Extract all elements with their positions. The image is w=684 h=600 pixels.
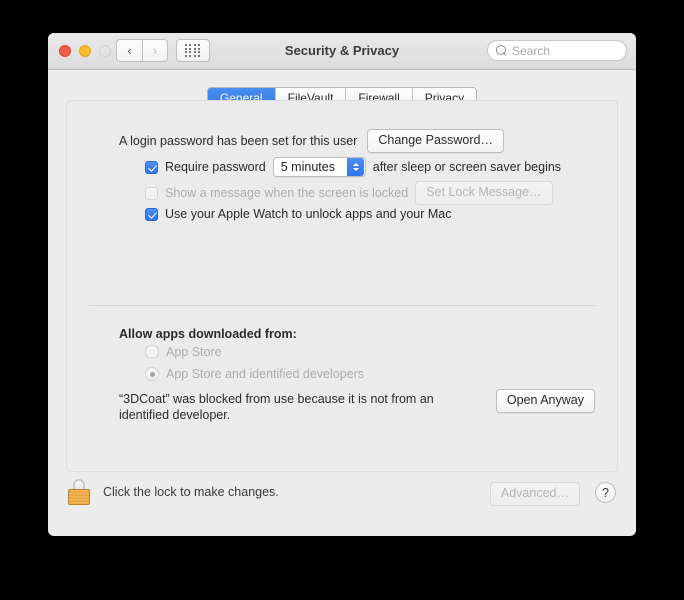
open-anyway-container: Open Anyway (67, 389, 595, 413)
search-field[interactable]: Search (487, 40, 627, 61)
radio-identified-developers (145, 367, 159, 381)
window-titlebar: ‹ › Security & Privacy Search (48, 33, 636, 70)
gatekeeper-heading: Allow apps downloaded from: (119, 327, 297, 341)
search-icon (496, 45, 507, 56)
set-lock-message-button: Set Lock Message… (415, 181, 553, 205)
require-password-label: Require password (165, 160, 266, 174)
question-mark-icon: ? (602, 485, 609, 500)
general-settings-panel: A login password has been set for this u… (66, 100, 618, 472)
gatekeeper-option-app-store: App Store (145, 345, 617, 359)
change-password-button[interactable]: Change Password… (367, 129, 504, 153)
security-privacy-window: ‹ › Security & Privacy Search General Fi… (48, 33, 636, 536)
radio-app-store (145, 345, 159, 359)
search-placeholder: Search (512, 43, 551, 58)
lock-message-checkbox (145, 186, 158, 200)
advanced-button: Advanced… (489, 482, 580, 506)
lock-body (68, 489, 90, 505)
require-password-checkbox[interactable] (145, 160, 158, 174)
screen: ‹ › Security & Privacy Search General Fi… (0, 0, 684, 600)
lock-icon[interactable] (68, 479, 90, 505)
gatekeeper-option-identified-developers: App Store and identified developers (145, 367, 617, 381)
radio-app-store-label: App Store (166, 345, 222, 359)
stepper-arrows-icon (347, 158, 365, 176)
window-footer: Click the lock to make changes. Advanced… (48, 472, 636, 536)
lock-message-label: Show a message when the screen is locked (165, 186, 409, 200)
login-password-row: A login password has been set for this u… (119, 129, 617, 153)
require-password-row: Require password 5 minutes after sleep o… (145, 157, 617, 177)
require-password-delay-value: 5 minutes (280, 160, 335, 174)
require-password-suffix: after sleep or screen saver begins (372, 160, 562, 174)
apple-watch-checkbox[interactable] (145, 207, 158, 221)
login-password-label: A login password has been set for this u… (119, 134, 358, 148)
radio-identified-developers-label: App Store and identified developers (166, 367, 365, 381)
lock-message-row: Show a message when the screen is locked… (145, 181, 617, 205)
help-button[interactable]: ? (595, 482, 616, 503)
apple-watch-row: Use your Apple Watch to unlock apps and … (145, 207, 617, 221)
section-divider (89, 305, 595, 306)
lock-hint-text: Click the lock to make changes. (103, 485, 279, 499)
open-anyway-button[interactable]: Open Anyway (495, 389, 595, 413)
require-password-delay-select[interactable]: 5 minutes (272, 157, 366, 177)
apple-watch-label: Use your Apple Watch to unlock apps and … (165, 207, 452, 221)
